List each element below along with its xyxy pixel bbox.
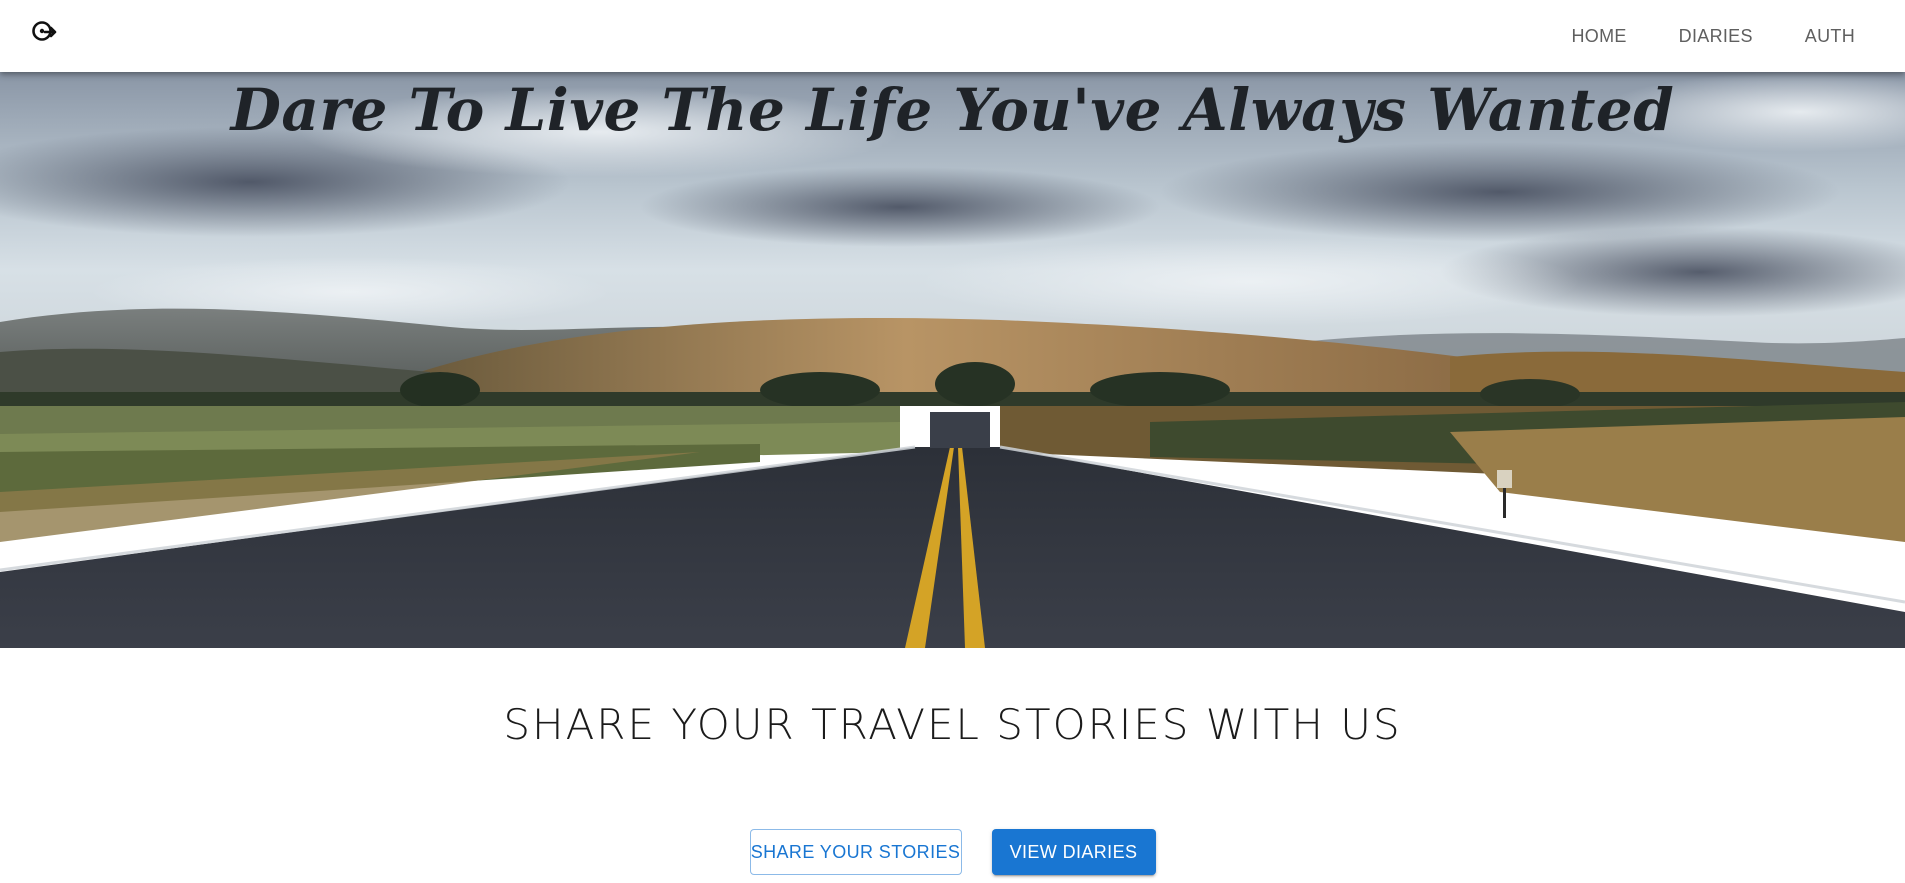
hero-road-image <box>0 72 1905 648</box>
action-buttons: SHARE YOUR STORIES VIEW DIARIES <box>0 829 1905 875</box>
app-bar: HOME DIARIES AUTH <box>0 0 1905 72</box>
tab-home[interactable]: HOME <box>1545 12 1652 60</box>
nav-tabs: HOME DIARIES AUTH <box>1545 0 1881 72</box>
tagline: SHARE YOUR TRAVEL STORIES WITH US <box>503 700 1402 749</box>
logo-icon[interactable] <box>24 12 64 52</box>
view-diaries-button[interactable]: VIEW DIARIES <box>991 829 1156 875</box>
tab-diaries[interactable]: DIARIES <box>1653 12 1779 60</box>
hero-banner: Dare To Live The Life You've Always Want… <box>0 72 1905 648</box>
share-stories-button[interactable]: SHARE YOUR STORIES <box>749 829 962 875</box>
hero-title: Dare To Live The Life You've Always Want… <box>230 76 1675 144</box>
tab-auth[interactable]: AUTH <box>1779 12 1881 60</box>
